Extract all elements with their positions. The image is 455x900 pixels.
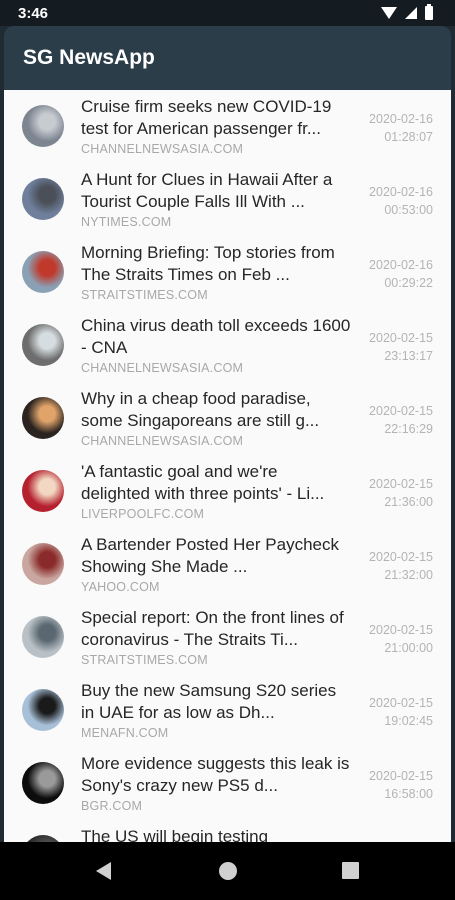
article-source: YAHOO.COM [81, 580, 160, 594]
article-source: NYTIMES.COM [81, 215, 172, 229]
article-thumbnail [22, 543, 64, 585]
navigation-bar [0, 842, 455, 900]
article-thumbnail [22, 616, 64, 658]
article-date: 2020-02-15 [369, 404, 433, 418]
article-row[interactable]: Buy the new Samsung S20 series in UAE fo… [4, 674, 451, 747]
article-headline: Cruise firm seeks new COVID-19 test for … [81, 97, 332, 138]
article-headline: Morning Briefing: Top stories from The S… [81, 243, 335, 284]
article-time: 22:16:29 [384, 422, 433, 436]
article-source: BGR.COM [81, 799, 143, 813]
article-row[interactable]: The US will begin testing [4, 820, 451, 842]
article-date: 2020-02-15 [369, 550, 433, 564]
article-headline: 'A fantastic goal and we're delighted wi… [81, 462, 325, 503]
article-timestamp: 2020-02-15 19:02:45 [369, 694, 433, 730]
article-row[interactable]: Morning Briefing: Top stories from The S… [4, 236, 451, 309]
article-date: 2020-02-15 [369, 696, 433, 710]
article-headline: Why in a cheap food paradise, some Singa… [81, 389, 320, 430]
article-timestamp: 2020-02-16 01:28:07 [369, 110, 433, 146]
article-thumbnail [22, 835, 64, 842]
article-timestamp: 2020-02-16 00:29:22 [369, 256, 433, 292]
app-bar: SG NewsApp [4, 26, 451, 90]
article-headline: Buy the new Samsung S20 series in UAE fo… [81, 681, 337, 722]
cell-signal-icon [405, 7, 417, 19]
article-date: 2020-02-15 [369, 477, 433, 491]
app-title: SG NewsApp [23, 46, 155, 69]
article-row[interactable]: A Hunt for Clues in Hawaii After a Touri… [4, 163, 451, 236]
article-headline: A Bartender Posted Her Paycheck Showing … [81, 535, 339, 576]
article-row[interactable]: Cruise firm seeks new COVID-19 test for … [4, 90, 451, 163]
back-icon[interactable] [96, 862, 111, 880]
article-thumbnail [22, 470, 64, 512]
article-date: 2020-02-15 [369, 623, 433, 637]
article-row[interactable]: Why in a cheap food paradise, some Singa… [4, 382, 451, 455]
article-list[interactable]: Cruise firm seeks new COVID-19 test for … [4, 90, 451, 842]
article-thumbnail [22, 324, 64, 366]
article-time: 00:29:22 [384, 276, 433, 290]
article-date: 2020-02-16 [369, 258, 433, 272]
article-row[interactable]: More evidence suggests this leak is Sony… [4, 747, 451, 820]
article-headline: The US will begin testing [81, 827, 269, 842]
article-thumbnail [22, 251, 64, 293]
article-time: 01:28:07 [384, 130, 433, 144]
article-source: LIVERPOOLFC.COM [81, 507, 205, 521]
article-source: CHANNELNEWSASIA.COM [81, 434, 244, 448]
article-timestamp: 2020-02-15 21:00:00 [369, 621, 433, 657]
article-thumbnail [22, 105, 64, 147]
status-time: 3:46 [18, 5, 49, 22]
article-date: 2020-02-16 [369, 112, 433, 126]
article-headline: China virus death toll exceeds 1600 - CN… [81, 316, 351, 357]
article-timestamp: 2020-02-15 21:32:00 [369, 548, 433, 584]
article-timestamp: 2020-02-15 16:58:00 [369, 767, 433, 803]
article-time: 21:36:00 [384, 495, 433, 509]
article-headline: A Hunt for Clues in Hawaii After a Touri… [81, 170, 333, 211]
article-source: STRAITSTIMES.COM [81, 653, 208, 667]
wifi-icon [381, 7, 397, 19]
article-source: STRAITSTIMES.COM [81, 288, 208, 302]
article-timestamp: 2020-02-15 23:13:17 [369, 329, 433, 365]
article-time: 21:00:00 [384, 641, 433, 655]
article-date: 2020-02-16 [369, 185, 433, 199]
status-icons [381, 4, 433, 20]
article-time: 16:58:00 [384, 787, 433, 801]
article-thumbnail [22, 762, 64, 804]
article-date: 2020-02-15 [369, 331, 433, 345]
article-time: 19:02:45 [384, 714, 433, 728]
article-time: 00:53:00 [384, 203, 433, 217]
article-time: 23:13:17 [384, 349, 433, 363]
article-row[interactable]: China virus death toll exceeds 1600 - CN… [4, 309, 451, 382]
article-source: MENAFN.COM [81, 726, 169, 740]
article-headline: Special report: On the front lines of co… [81, 608, 344, 649]
article-row[interactable]: Special report: On the front lines of co… [4, 601, 451, 674]
home-icon[interactable] [219, 862, 237, 880]
article-row[interactable]: A Bartender Posted Her Paycheck Showing … [4, 528, 451, 601]
article-thumbnail [22, 397, 64, 439]
article-thumbnail [22, 178, 64, 220]
article-row[interactable]: 'A fantastic goal and we're delighted wi… [4, 455, 451, 528]
article-source: CHANNELNEWSASIA.COM [81, 142, 244, 156]
article-timestamp: 2020-02-15 22:16:29 [369, 402, 433, 438]
article-date: 2020-02-15 [369, 769, 433, 783]
battery-icon [425, 4, 433, 20]
article-thumbnail [22, 689, 64, 731]
article-timestamp: 2020-02-15 21:36:00 [369, 475, 433, 511]
article-timestamp: 2020-02-16 00:53:00 [369, 183, 433, 219]
article-time: 21:32:00 [384, 568, 433, 582]
article-source: CHANNELNEWSASIA.COM [81, 361, 244, 375]
recents-icon[interactable] [342, 862, 359, 879]
article-headline: More evidence suggests this leak is Sony… [81, 754, 350, 795]
status-bar: 3:46 [0, 0, 455, 26]
